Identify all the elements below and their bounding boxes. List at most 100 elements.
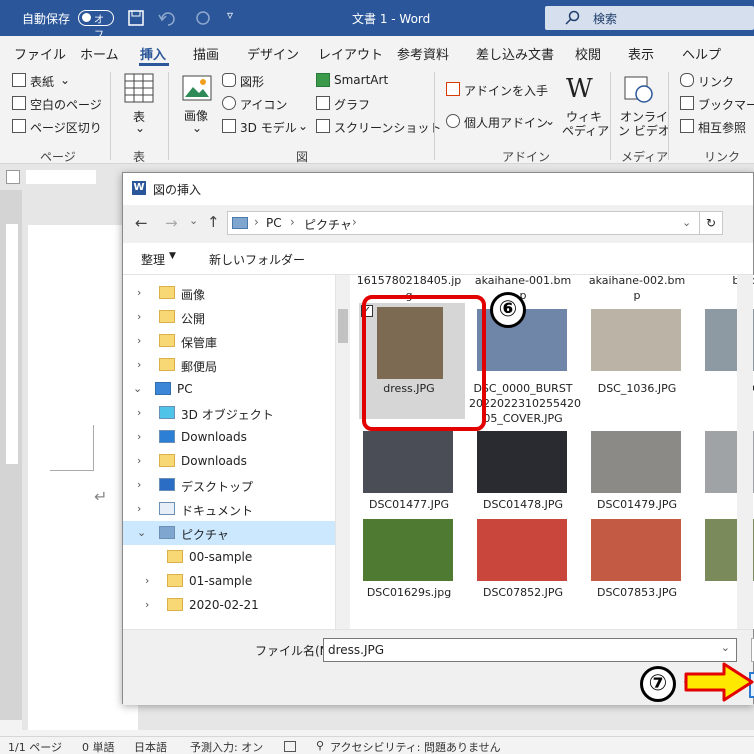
file-thumbnail[interactable] — [363, 431, 453, 493]
file-thumbnail[interactable] — [591, 519, 681, 581]
nav-item[interactable]: › Downloads — [123, 449, 335, 473]
file-name[interactable]: DSC07853.JPG — [583, 585, 691, 600]
chevron-down-icon[interactable]: ⌄ — [133, 382, 142, 395]
word-count[interactable]: 0 単語 — [82, 739, 115, 754]
refresh-button[interactable]: ↻ — [699, 211, 723, 235]
nav-item[interactable]: › 3D オブジェクト — [123, 401, 335, 425]
page-break-button[interactable]: ページ区切り — [30, 119, 102, 136]
nav-item[interactable]: › 保管庫 — [123, 329, 335, 353]
nav-item[interactable]: › デスクトップ — [123, 473, 335, 497]
macro-icon[interactable] — [284, 741, 296, 752]
tab-insert[interactable]: 挿入 — [140, 44, 166, 63]
save-icon[interactable] — [128, 10, 144, 26]
chevron-right-icon[interactable]: › — [137, 406, 141, 419]
cover-page-icon — [12, 73, 26, 87]
tab-help[interactable]: ヘルプ — [682, 44, 721, 63]
file-name-partial[interactable]: akaihane-002.bm p — [583, 275, 691, 303]
file-name[interactable]: DSC07852.JPG — [469, 585, 577, 600]
nav-item[interactable]: › ドキュメント — [123, 497, 335, 521]
autosave-toggle[interactable]: オフ — [78, 10, 114, 41]
nav-item[interactable]: › 画像 — [123, 281, 335, 305]
nav-item[interactable]: › 01-sample — [123, 569, 335, 593]
3d-model-button[interactable]: 3D モデル — [240, 119, 297, 136]
tab-selector[interactable] — [6, 170, 20, 184]
address-bar[interactable]: › PC › ピクチャ › ⌄ — [227, 211, 721, 235]
file-thumbnail[interactable] — [591, 309, 681, 371]
get-addins-button[interactable]: アドインを入手 — [464, 82, 548, 99]
chart-button[interactable]: グラフ — [334, 96, 370, 113]
shapes-button[interactable]: 図形 — [240, 73, 264, 90]
nav-item[interactable]: › 郵便局 — [123, 353, 335, 377]
tab-layout[interactable]: レイアウト — [318, 44, 383, 63]
page-count[interactable]: 1/1 ページ — [8, 739, 62, 754]
tab-file[interactable]: ファイル — [14, 44, 66, 63]
chevron-right-icon[interactable]: › — [145, 574, 149, 587]
tab-draw[interactable]: 描画 — [193, 44, 219, 63]
redo-icon[interactable] — [194, 10, 212, 26]
chevron-right-icon[interactable]: › — [137, 454, 141, 467]
file-name[interactable]: DSC01478.JPG — [469, 497, 577, 512]
file-list-scrollbar[interactable] — [737, 275, 753, 629]
nav-item[interactable]: ⌄ ピクチャ — [123, 521, 335, 545]
icons-button[interactable]: アイコン — [240, 96, 287, 113]
file-name[interactable]: DSC01479.JPG — [583, 497, 691, 512]
forward-arrow-icon[interactable]: → — [165, 214, 178, 232]
filename-dropdown-icon[interactable]: ⌄ — [721, 641, 730, 654]
file-name[interactable]: DSC_1036.JPG — [583, 381, 691, 396]
smartart-button[interactable]: SmartArt — [334, 73, 388, 87]
chevron-right-icon[interactable]: › — [137, 502, 141, 515]
address-dropdown-icon[interactable]: ⌄ — [682, 216, 691, 229]
file-name-partial[interactable]: akaihane-001.bm p — [469, 275, 577, 303]
nav-item[interactable]: 00-sample — [123, 545, 335, 569]
chevron-down-icon[interactable]: ⌄ — [137, 526, 146, 539]
folder-icon — [159, 454, 175, 467]
chevron-right-icon[interactable]: › — [137, 334, 141, 347]
new-folder-button[interactable]: 新しいフォルダー — [209, 251, 305, 268]
tab-view[interactable]: 表示 — [628, 44, 654, 63]
filename-input[interactable]: dress.JPG ⌄ — [323, 638, 737, 662]
nav-scrollbar-thumb[interactable] — [338, 309, 348, 343]
up-arrow-icon[interactable]: ↑ — [207, 213, 220, 231]
my-addins-button[interactable]: 個人用アドイン — [464, 114, 548, 131]
undo-icon[interactable] — [158, 10, 176, 26]
nav-item[interactable]: ⌄ PC — [123, 377, 335, 401]
file-thumbnail[interactable] — [591, 431, 681, 493]
tab-mailings[interactable]: 差し込み文書 — [476, 44, 554, 63]
bookmark-button[interactable]: ブックマーク — [698, 96, 754, 113]
chevron-right-icon[interactable]: › — [137, 430, 141, 443]
file-name[interactable]: DSC01629s.jpg — [355, 585, 463, 600]
customize-qat-icon[interactable]: ▿ — [227, 8, 233, 22]
language[interactable]: 日本語 — [134, 739, 167, 754]
nav-item[interactable]: › 2020-02-21 — [123, 593, 335, 617]
blank-page-button[interactable]: 空白のページ — [30, 96, 102, 113]
file-thumbnail[interactable] — [477, 519, 567, 581]
chevron-right-icon[interactable]: › — [137, 478, 141, 491]
breadcrumb-pc[interactable]: PC — [266, 216, 282, 230]
screenshot-button[interactable]: スクリーンショット — [334, 119, 441, 136]
chevron-right-icon[interactable]: › — [145, 598, 149, 611]
accessibility-status[interactable]: アクセシビリティ: 問題ありません — [330, 739, 501, 754]
file-thumbnail[interactable] — [363, 519, 453, 581]
search-box[interactable]: 検索 — [545, 6, 754, 30]
cover-page-button[interactable]: 表紙 — [30, 73, 54, 90]
tab-design[interactable]: デザイン — [247, 44, 299, 63]
desktop-icon — [159, 478, 175, 491]
chevron-right-icon[interactable]: › — [137, 358, 141, 371]
chevron-right-icon[interactable]: › — [137, 310, 141, 323]
tab-home[interactable]: ホーム — [80, 44, 119, 63]
link-button[interactable]: リンク — [698, 73, 734, 90]
folder-icon — [159, 310, 175, 323]
cross-reference-button[interactable]: 相互参照 — [698, 119, 746, 136]
breadcrumb-pictures[interactable]: ピクチャ — [304, 216, 352, 233]
nav-item[interactable]: › 公開 — [123, 305, 335, 329]
recent-locations-icon[interactable]: ⌄ — [189, 214, 198, 227]
file-name[interactable]: DSC01477.JPG — [355, 497, 463, 512]
chevron-right-icon[interactable]: › — [137, 286, 141, 299]
file-thumbnail[interactable] — [477, 431, 567, 493]
organize-button[interactable]: 整理 — [141, 251, 165, 268]
back-arrow-icon[interactable]: ← — [135, 214, 148, 232]
tab-review[interactable]: 校閲 — [575, 44, 601, 63]
tab-references[interactable]: 参考資料 — [397, 44, 449, 63]
text-prediction[interactable]: 予測入力: オン — [190, 739, 263, 754]
nav-item[interactable]: › Downloads — [123, 425, 335, 449]
